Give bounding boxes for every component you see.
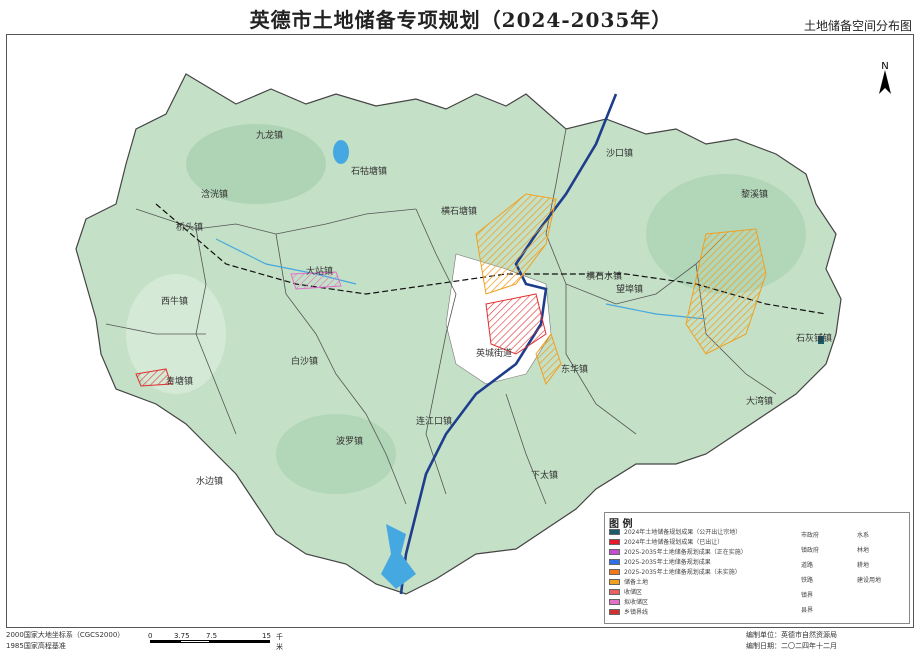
map-title: 英德市土地储备专项规划（2024-2035年）: [249, 8, 673, 32]
legend-item: 道路: [801, 561, 814, 569]
legend-label: 储备土地: [624, 579, 649, 586]
legend-item: 水系: [857, 531, 870, 539]
legend-swatch: [609, 538, 620, 545]
legend-swatch: [609, 578, 620, 585]
legend-item: 2025-2035年土地储备规划成果: [609, 557, 711, 566]
town-label: 水边镇: [196, 475, 223, 487]
town-label: 望埠镇: [616, 283, 643, 295]
legend-label: 2025-2035年土地储备规划成果（正在实施）: [624, 549, 747, 556]
legend-swatch: [609, 528, 620, 535]
legend-item: 镇政府: [801, 546, 820, 554]
north-label: N: [881, 61, 888, 72]
legend-item: 储备土地: [609, 577, 648, 586]
footer-crs: 2000国家大地坐标系（CGCS2000）: [6, 631, 125, 639]
town-label: 横石水镇: [586, 270, 622, 282]
legend-item: 市政府: [801, 531, 820, 539]
legend-item: 镇界: [801, 591, 814, 599]
town-label: 横石塘镇: [441, 205, 477, 217]
legend-item: 林地: [857, 546, 870, 554]
town-label: 青塘镇: [166, 375, 193, 387]
forest-area: [276, 414, 396, 494]
legend-label: 2024年土地储备规划成果（公开出让宗地）: [624, 529, 742, 536]
town-label: 西牛镇: [161, 295, 188, 307]
legend-swatch: [609, 558, 620, 565]
scale-label: 7.5: [206, 632, 218, 640]
footer-date: 编制日期：二〇二四年十二月: [746, 642, 837, 650]
town-label: 石灰铺镇: [796, 332, 832, 344]
legend-label: 拟收储区: [624, 599, 649, 606]
town-label: 沙口镇: [606, 147, 633, 159]
town-label: 下太镇: [531, 469, 558, 481]
town-label: 大湾镇: [746, 395, 773, 407]
legend-swatch: [609, 588, 620, 595]
scale-label: 0: [148, 632, 153, 640]
town-label: 桥头镇: [176, 221, 203, 233]
legend-swatch: [609, 568, 620, 575]
scale-segment: [150, 640, 180, 643]
legend-label: 乡镇界线: [624, 609, 649, 616]
legend-item: 2024年土地储备规划成果（已出让）: [609, 537, 723, 546]
footer-elevation: 1985国家高程基准: [6, 642, 66, 650]
scale-segment: [210, 640, 270, 643]
town-label: 黎溪镇: [741, 188, 768, 200]
town-label: 大站镇: [306, 265, 333, 277]
legend-label: 2025-2035年土地储备规划成果（未实施）: [624, 569, 741, 576]
legend-item: 拟收储区: [609, 597, 648, 606]
lake: [333, 140, 349, 164]
scale-unit: 千米: [276, 633, 283, 651]
legend-item: 2025-2035年土地储备规划成果（正在实施）: [609, 547, 747, 556]
legend-item: 收储区: [609, 587, 642, 596]
town-label: 波罗镇: [336, 435, 363, 447]
town-label: 白沙镇: [291, 355, 318, 367]
legend-item: 2024年土地储备规划成果（公开出让宗地）: [609, 527, 741, 536]
scale-label: 3.75: [174, 632, 190, 640]
legend-item: 县界: [801, 606, 814, 614]
town-label: 东华镇: [561, 363, 588, 375]
legend-item: 铁路: [801, 576, 814, 584]
town-label: 九龙镇: [256, 129, 283, 141]
legend: 图 例 2024年土地储备规划成果（公开出让宗地） 2024年土地储备规划成果（已…: [604, 512, 910, 624]
legend-item: 耕地: [857, 561, 870, 569]
scale-segment: [180, 640, 210, 643]
legend-item: 乡镇界线: [609, 607, 648, 616]
scale-label: 15: [262, 632, 271, 640]
town-label: 连江口镇: [416, 415, 452, 427]
map-subtitle: 土地储备空间分布图: [803, 19, 912, 33]
legend-swatch: [609, 548, 620, 555]
north-arrow: N: [873, 60, 897, 100]
scale-bar: 0 3.75 7.5 15 千米: [148, 632, 283, 651]
legend-swatch: [609, 608, 620, 615]
legend-item: 建设用地: [857, 576, 882, 584]
legend-label: 2025-2035年土地储备规划成果: [624, 559, 711, 566]
legend-item: 2025-2035年土地储备规划成果（未实施）: [609, 567, 741, 576]
town-label: 浛洸镇: [201, 188, 228, 200]
legend-label: 收储区: [624, 589, 643, 596]
town-label: 石牯塘镇: [351, 165, 387, 177]
footer-unit: 编制单位：英德市自然资源局: [746, 631, 837, 639]
legend-label: 2024年土地储备规划成果（已出让）: [624, 539, 724, 546]
town-label: 英城街道: [476, 347, 512, 359]
legend-swatch: [609, 598, 620, 605]
